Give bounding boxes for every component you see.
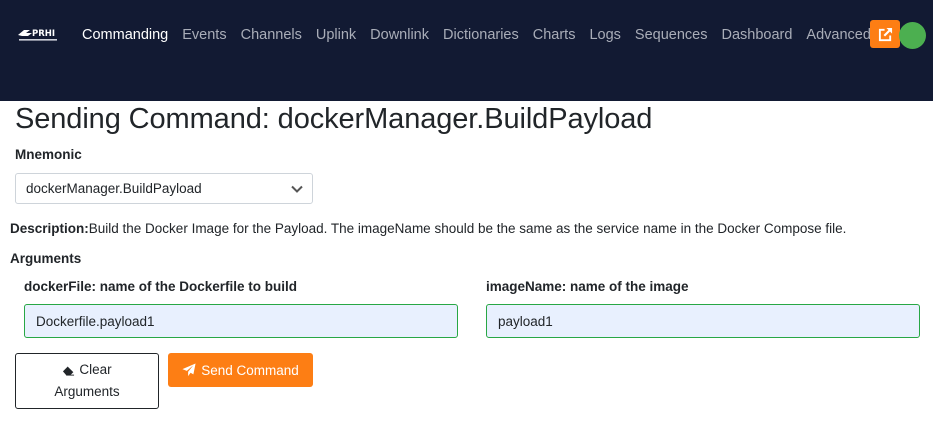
mnemonic-select[interactable]: dockerManager.BuildPayload bbox=[15, 173, 313, 204]
connection-status-indicator bbox=[899, 22, 926, 49]
arg-imagename-label: imageName: name of the image bbox=[486, 279, 689, 294]
eraser-icon bbox=[63, 365, 75, 376]
fprime-logo[interactable]: PRHI bbox=[17, 27, 59, 43]
clear-arguments-button[interactable]: Clear Arguments bbox=[15, 353, 159, 409]
send-command-label: Send Command bbox=[201, 362, 299, 378]
chevron-down-icon bbox=[291, 185, 303, 193]
arg-dockerfile-label: dockerFile: name of the Dockerfile to bu… bbox=[24, 279, 298, 294]
nav-logs[interactable]: Logs bbox=[582, 24, 627, 46]
clear-button-label-line2: Arguments bbox=[54, 384, 120, 399]
nav-advanced[interactable]: Advanced bbox=[799, 24, 878, 46]
top-navbar: PRHI Commanding Events Channels Uplink D… bbox=[0, 0, 933, 101]
nav-events[interactable]: Events bbox=[175, 24, 233, 46]
open-new-window-button[interactable] bbox=[870, 20, 900, 48]
description-label: Description: bbox=[10, 221, 89, 236]
description-text: Build the Docker Image for the Payload. … bbox=[88, 221, 847, 236]
page-title: Sending Command: dockerManager.BuildPayl… bbox=[15, 103, 653, 135]
nav-dashboard[interactable]: Dashboard bbox=[714, 24, 799, 46]
arg-imagename-input[interactable] bbox=[486, 304, 920, 338]
nav-channels[interactable]: Channels bbox=[234, 24, 309, 46]
command-description: Description:Build the Docker Image for t… bbox=[10, 221, 925, 236]
mnemonic-label: Mnemonic bbox=[15, 147, 82, 162]
mnemonic-selected-value: dockerManager.BuildPayload bbox=[26, 181, 202, 196]
paper-plane-icon bbox=[182, 363, 196, 377]
nav-menu: Commanding Events Channels Uplink Downli… bbox=[75, 24, 878, 46]
nav-commanding[interactable]: Commanding bbox=[75, 24, 175, 46]
send-command-button[interactable]: Send Command bbox=[168, 353, 313, 387]
svg-text:PRHI: PRHI bbox=[32, 29, 55, 39]
arg-dockerfile-input[interactable] bbox=[24, 304, 458, 338]
nav-uplink[interactable]: Uplink bbox=[309, 24, 363, 46]
nav-dictionaries[interactable]: Dictionaries bbox=[436, 24, 526, 46]
nav-sequences[interactable]: Sequences bbox=[628, 24, 715, 46]
nav-downlink[interactable]: Downlink bbox=[363, 24, 436, 46]
external-link-icon bbox=[878, 27, 892, 41]
nav-charts[interactable]: Charts bbox=[526, 24, 583, 46]
clear-button-label-line1: Clear bbox=[79, 362, 112, 377]
arguments-heading: Arguments bbox=[10, 251, 82, 266]
